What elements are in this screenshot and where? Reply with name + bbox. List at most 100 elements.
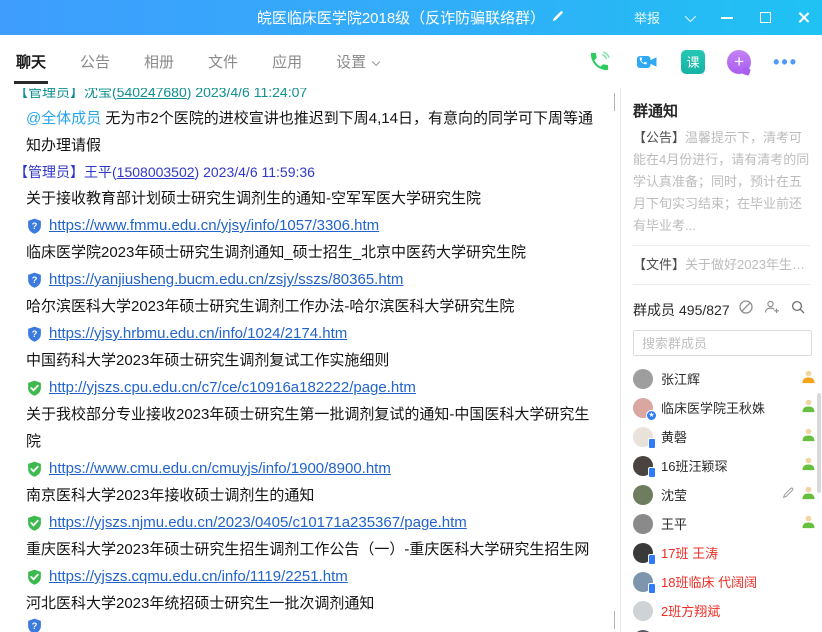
scroll-to-bottom-icon[interactable] [614, 611, 615, 629]
class-icon[interactable]: 课 [681, 50, 705, 74]
avatar: ★ [633, 398, 653, 418]
group-announcement[interactable]: 【公告】温馨提示下，清考可能在4月份进行，请有清考的同学认真准备；同时，预计在五… [633, 127, 822, 237]
video-call-icon[interactable] [634, 49, 659, 74]
more-icon[interactable]: ••• [773, 57, 798, 67]
message-text: 中国药科大学2023年硕士研究生调剂复试工作实施细则 [26, 347, 602, 374]
message-time: 2023/4/6 11:59:36 [203, 164, 315, 180]
divider [633, 245, 810, 246]
message-link[interactable]: https://www.cmu.edu.cn/cmuyjs/info/1900/… [49, 455, 391, 482]
edit-title-icon[interactable] [551, 9, 565, 27]
message-link-row: ? https://www.fmmu.edu.cn/yjsy/info/1057/… [26, 212, 602, 239]
member-name: 张江辉 [661, 369, 700, 388]
member-row[interactable]: 17班 王涛 [633, 538, 822, 567]
message-text: 哈尔滨医科大学2023年硕士研究生调剂工作办法-哈尔滨医科大学研究生院 [26, 293, 602, 320]
qq-group-chat-window: 皖医临床医学院2018级（反诈防骗联络群） 举报 聊天 公告 相册 文件 应用 … [0, 0, 822, 632]
avatar [633, 601, 653, 621]
avatar [633, 543, 653, 563]
member-row[interactable]: 王平 [633, 509, 822, 538]
tab-settings[interactable]: 设置 [334, 37, 379, 86]
message-sender-header: 【管理员】王平(1508003502) 2023/4/6 11:59:36 [14, 159, 602, 185]
file-label: 【文件】 [633, 257, 685, 272]
svg-text:?: ? [32, 221, 38, 231]
member-row[interactable]: 18班临床 代阔阔 [633, 567, 822, 596]
member-row[interactable]: ★ 临床医学院王秋姝 [633, 393, 822, 422]
avatar [633, 427, 653, 447]
safe-link-shield-icon [26, 514, 43, 532]
avatar [633, 456, 653, 476]
close-button[interactable] [784, 0, 822, 35]
member-name: 沈莹 [661, 485, 687, 504]
svg-text:?: ? [32, 621, 38, 631]
message-link[interactable]: https://yjsy.hrbmu.edu.cn/info/1024/2174… [49, 320, 347, 347]
sender-name[interactable]: 【管理员】王平 [14, 164, 112, 180]
message-sender-header: 【管理员】沈莹(540247680) 2023/4/6 11:24:07 [14, 88, 602, 105]
mobile-online-badge [648, 467, 656, 478]
member-list: 张江辉 ★ 临床医学院王秋姝黄磬 16班汪颖琛沈莹王平 17班 王涛 18班临床 代阔阔 2… [633, 364, 822, 632]
member-name: 临床医学院王秋姝 [661, 398, 765, 417]
message-link[interactable]: https://yjszs.cqmu.edu.cn/info/1119/2251… [49, 563, 348, 590]
divider [633, 284, 810, 285]
safe-link-shield-icon [26, 379, 43, 397]
group-file-notice[interactable]: 【文件】关于做好2023年生源地... [633, 254, 822, 276]
avatar [633, 369, 653, 389]
tab-chat[interactable]: 聊天 [14, 37, 48, 86]
member-row[interactable]: 9班 王嘉旺 [633, 625, 822, 632]
message-link-row: https://www.cmu.edu.cn/cmuyjs/info/1900/… [26, 455, 602, 482]
avatar [633, 514, 653, 534]
search-members-input[interactable] [633, 330, 812, 356]
sender-uin[interactable]: 540247680 [117, 88, 187, 100]
edit-card-icon[interactable] [782, 486, 795, 504]
message-link[interactable]: https://yjszs.njmu.edu.cn/2023/0405/c101… [49, 509, 467, 536]
member-name: 17班 王涛 [661, 543, 718, 562]
anonymous-icon[interactable] [738, 299, 754, 320]
message-time: 2023/4/6 11:24:07 [195, 88, 307, 100]
member-name: 16班汪颖琛 [661, 456, 727, 475]
sidebar-scrollbar[interactable] [817, 393, 821, 493]
scroll-to-top-icon[interactable] [614, 93, 615, 111]
member-name: 18班临床 代阔阔 [661, 572, 757, 591]
sender-uin[interactable]: 1508003502 [117, 164, 195, 180]
sender-name[interactable]: 【管理员】沈莹 [14, 88, 112, 100]
tab-files[interactable]: 文件 [206, 37, 240, 86]
unknown-link-shield-icon: ? [26, 217, 43, 235]
message-link[interactable]: http://yjszs.cpu.edu.cn/c7/ce/c10916a182… [49, 374, 416, 401]
member-status-icon-green [801, 427, 816, 447]
group-sidebar: 群通知 【公告】温馨提示下，清考可能在4月份进行，请有清考的同学认真准备；同时，… [620, 88, 822, 632]
chat-message-area: 【管理员】沈莹(540247680) 2023/4/6 11:24:07 @全体成… [0, 88, 620, 632]
add-icon[interactable]: + [727, 50, 751, 74]
message-link[interactable]: https://yanjiusheng.bucm.edu.cn/zsjy/ssz… [49, 266, 403, 293]
message-text: 南京医科大学2023年接收硕士调剂生的通知 [26, 482, 602, 509]
title-bar: 皖医临床医学院2018级（反诈防骗联络群） 举报 [0, 0, 822, 35]
message-link-row: https://yjszs.cqmu.edu.cn/info/1119/2251… [26, 563, 602, 590]
announcement-text: 温馨提示下，清考可能在4月份进行，请有清考的同学认真准备；同时，预计在五月下旬实… [633, 130, 809, 233]
tab-apps[interactable]: 应用 [270, 37, 304, 86]
mention-all[interactable]: @全体成员 [26, 110, 101, 127]
file-text: 关于做好2023年生源地... [685, 257, 822, 272]
safe-link-shield-icon [26, 568, 43, 586]
search-icon[interactable] [790, 299, 806, 320]
member-row[interactable]: 沈莹 [633, 480, 822, 509]
message-text: 临床医学院2023年硕士研究生调剂通知_硕士招生_北京中医药大学研究生院 [26, 239, 602, 266]
message-text: 关于我校部分专业接收2023年硕士研究生第一批调剂复试的通知-中国医科大学研究生… [26, 401, 602, 455]
tab-announcements[interactable]: 公告 [78, 37, 112, 86]
unknown-link-shield-icon: ? [26, 325, 43, 343]
minimize-button[interactable] [708, 0, 746, 35]
group-notice-title: 群通知 [633, 96, 822, 127]
member-row[interactable]: 2班方翔斌 [633, 596, 822, 625]
message-link-row: http://yjszs.cpu.edu.cn/c7/ce/c10916a182… [26, 374, 602, 401]
report-button[interactable]: 举报 [624, 8, 670, 27]
member-name: 王平 [661, 514, 687, 533]
tab-albums[interactable]: 相册 [142, 37, 176, 86]
message-link[interactable]: https://www.fmmu.edu.cn/yjsy/info/1057/3… [49, 212, 379, 239]
member-row[interactable]: 16班汪颖琛 [633, 451, 822, 480]
invite-member-icon[interactable] [764, 299, 780, 320]
members-count: 495/827 [679, 302, 730, 318]
member-row[interactable]: 黄磬 [633, 422, 822, 451]
member-name: 黄磬 [661, 427, 687, 446]
maximize-button[interactable] [746, 0, 784, 35]
mobile-online-badge [648, 438, 656, 449]
chevron-down-icon[interactable] [670, 0, 708, 35]
member-row[interactable]: 张江辉 [633, 364, 822, 393]
voice-call-icon[interactable] [587, 49, 612, 74]
mobile-online-badge [648, 583, 656, 594]
